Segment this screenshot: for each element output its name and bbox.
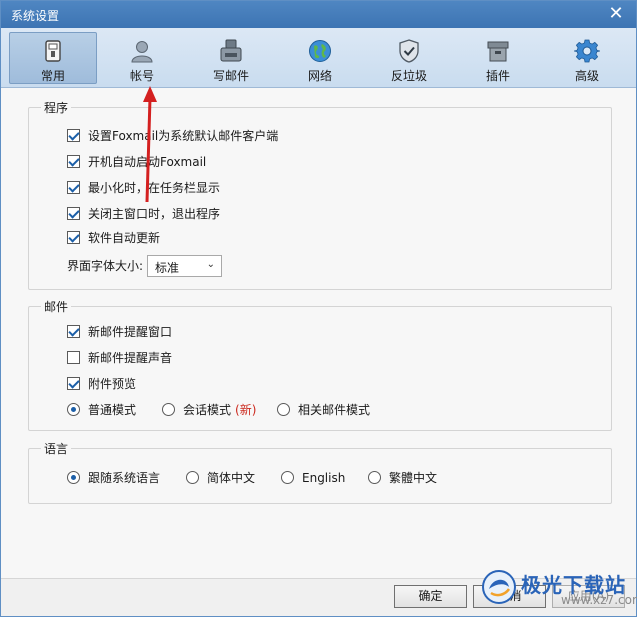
tab-network[interactable]: 网络 bbox=[276, 32, 364, 84]
option-default-client[interactable]: 设置Foxmail为系统默认邮件客户端 bbox=[67, 127, 278, 145]
tab-antispam[interactable]: 反垃圾 bbox=[365, 32, 453, 84]
settings-window: 系统设置 ✕ 常用 帐号 写邮件 网络 反垃圾 插件 高级 程序 设置Foxma… bbox=[0, 0, 637, 617]
tab-advanced[interactable]: 高级 bbox=[543, 32, 631, 84]
radio[interactable] bbox=[67, 471, 80, 484]
checkbox[interactable] bbox=[67, 181, 80, 194]
checkbox[interactable] bbox=[67, 155, 80, 168]
close-icon[interactable]: ✕ bbox=[606, 4, 626, 24]
cancel-button[interactable]: 取消 bbox=[473, 585, 546, 608]
network-icon bbox=[309, 40, 331, 62]
radio[interactable] bbox=[67, 403, 80, 416]
chevron-down-icon: ⌄ bbox=[206, 259, 215, 270]
option-new-mail-popup[interactable]: 新邮件提醒窗口 bbox=[67, 323, 172, 341]
tab-plugins[interactable]: 插件 bbox=[454, 32, 542, 84]
tab-label: 反垃圾 bbox=[390, 69, 427, 83]
font-size-label: 界面字体大小: bbox=[67, 259, 144, 273]
lang-english[interactable]: English bbox=[281, 469, 345, 487]
general-icon bbox=[45, 40, 61, 62]
lang-zh-tw[interactable]: 繁體中文 bbox=[368, 469, 437, 487]
tab-label: 网络 bbox=[307, 69, 332, 83]
radio[interactable] bbox=[277, 403, 290, 416]
tab-account[interactable]: 帐号 bbox=[98, 32, 186, 84]
mode-conversation[interactable]: 会话模式 (新) bbox=[162, 401, 256, 419]
font-size-select[interactable]: 标准 ⌄ bbox=[147, 255, 222, 277]
title-bar[interactable]: 系统设置 ✕ bbox=[1, 1, 636, 28]
radio[interactable] bbox=[162, 403, 175, 416]
radio[interactable] bbox=[186, 471, 199, 484]
dialog-footer: 确定 取消 应用(A) bbox=[1, 578, 636, 616]
program-group-title: 程序 bbox=[41, 99, 72, 116]
radio[interactable] bbox=[368, 471, 381, 484]
checkbox[interactable] bbox=[67, 377, 80, 390]
checkbox[interactable] bbox=[67, 351, 80, 364]
option-auto-update[interactable]: 软件自动更新 bbox=[67, 229, 160, 247]
option-minimize-taskbar[interactable]: 最小化时，在任务栏显示 bbox=[67, 179, 220, 197]
advanced-icon bbox=[574, 39, 600, 63]
option-autostart[interactable]: 开机自动启动Foxmail bbox=[67, 153, 206, 171]
window-title: 系统设置 bbox=[11, 9, 60, 23]
compose-icon bbox=[220, 39, 242, 62]
settings-toolbar: 常用 帐号 写邮件 网络 反垃圾 插件 高级 bbox=[1, 28, 636, 88]
account-icon bbox=[131, 41, 153, 63]
mode-normal[interactable]: 普通模式 bbox=[67, 401, 136, 419]
plugin-icon bbox=[487, 41, 509, 62]
option-new-mail-sound[interactable]: 新邮件提醒声音 bbox=[67, 349, 172, 367]
font-size-value: 标准 bbox=[155, 261, 180, 275]
language-group-title: 语言 bbox=[41, 440, 72, 457]
option-close-exit[interactable]: 关闭主窗口时，退出程序 bbox=[67, 205, 220, 223]
mail-group-title: 邮件 bbox=[41, 298, 72, 315]
radio[interactable] bbox=[281, 471, 294, 484]
mode-related[interactable]: 相关邮件模式 bbox=[277, 401, 370, 419]
tab-label: 高级 bbox=[574, 69, 599, 83]
option-attachment-preview[interactable]: 附件预览 bbox=[67, 375, 136, 393]
antispam-icon bbox=[399, 39, 419, 63]
checkbox[interactable] bbox=[67, 207, 80, 220]
tab-label: 常用 bbox=[40, 69, 65, 83]
checkbox[interactable] bbox=[67, 325, 80, 338]
ok-button[interactable]: 确定 bbox=[394, 585, 467, 608]
checkbox[interactable] bbox=[67, 231, 80, 244]
lang-system[interactable]: 跟随系统语言 bbox=[67, 469, 160, 487]
tab-general[interactable]: 常用 bbox=[9, 32, 97, 84]
lang-zh-cn[interactable]: 简体中文 bbox=[186, 469, 255, 487]
tab-label: 写邮件 bbox=[212, 69, 249, 83]
tab-compose[interactable]: 写邮件 bbox=[187, 32, 275, 84]
tab-label: 帐号 bbox=[129, 69, 154, 83]
tab-label: 插件 bbox=[485, 69, 510, 83]
checkbox[interactable] bbox=[67, 129, 80, 142]
new-badge: (新) bbox=[235, 403, 257, 417]
apply-button[interactable]: 应用(A) bbox=[552, 585, 625, 608]
